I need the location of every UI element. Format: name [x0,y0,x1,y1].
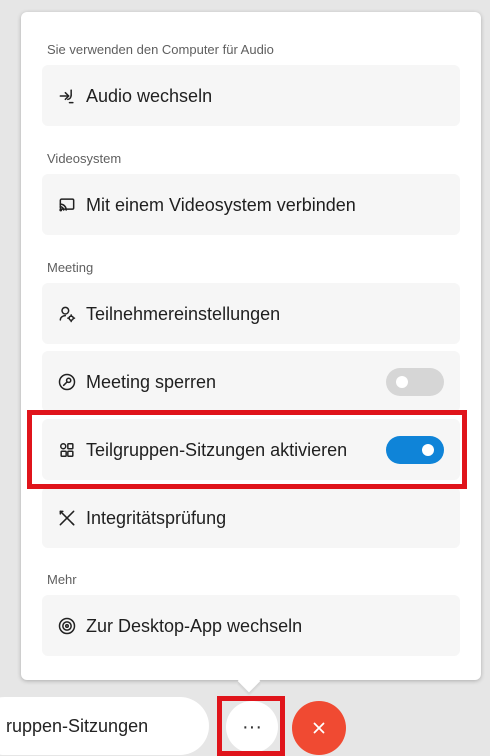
participant-settings-icon [56,303,78,325]
tools-icon [56,507,78,529]
more-options-label: ··· [242,716,262,738]
app-stage: Sie verwenden den Computer für Audio Aud… [0,0,490,756]
menu-item-connect-video-system[interactable]: Mit einem Videosystem verbinden [42,174,460,235]
close-icon [313,722,325,734]
menu-item-participant-settings[interactable]: Teilnehmereinstellungen [42,283,460,344]
lock-icon [56,371,78,393]
menu-item-enable-breakout-sessions[interactable]: Teilgruppen-Sitzungen aktivieren [42,419,460,480]
desktop-app-icon [56,615,78,637]
menu-item-label: Audio wechseln [86,85,213,106]
section-title-meeting: Meeting [47,260,94,275]
cast-icon [56,194,78,216]
menu-item-label: Teilnehmereinstellungen [86,303,281,324]
menu-item-label: Meeting sperren [86,371,217,392]
menu-item-switch-desktop-app[interactable]: Zur Desktop-App wechseln [42,595,460,656]
more-options-button[interactable]: ··· [226,701,278,753]
audio-switch-icon [56,85,78,107]
menu-item-health-check[interactable]: Integritätsprüfung [42,487,460,548]
menu-item-label: Teilgruppen-Sitzungen aktivieren [86,439,348,460]
toggle-knob [422,443,434,456]
breakout-icon [56,439,78,461]
menu-item-label: Integritätsprüfung [86,507,227,528]
section-title-more: Mehr [47,572,77,587]
breakout-sessions-button[interactable]: ruppen-Sitzungen [0,697,209,755]
section-title-video-system: Videosystem [47,151,122,166]
section-title-audio: Sie verwenden den Computer für Audio [47,42,274,57]
menu-item-audio-switch[interactable]: Audio wechseln [42,65,460,126]
end-call-button[interactable] [292,701,346,755]
breakout-sessions-toggle[interactable] [386,435,444,464]
menu-item-label: Mit einem Videosystem verbinden [86,194,356,215]
menu-item-lock-meeting[interactable]: Meeting sperren [42,351,460,412]
menu-item-label: Zur Desktop-App wechseln [86,615,303,636]
toggle-knob [396,375,408,388]
lock-meeting-toggle[interactable] [386,367,444,396]
